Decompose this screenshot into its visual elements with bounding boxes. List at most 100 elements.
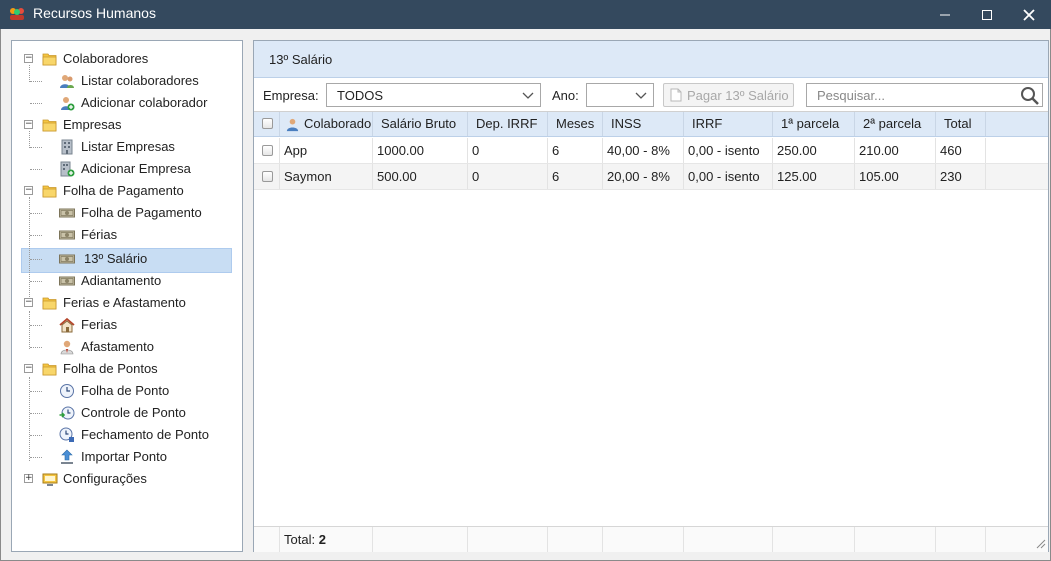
folder-icon: [42, 118, 57, 132]
table-row[interactable]: Saymon 500.00 0 6 20,00 - 8% 0,00 - isento 125…: [254, 164, 1048, 190]
tree-item[interactable]: Listar colaboradores: [12, 71, 242, 91]
tree-item-label: Listar Empresas: [81, 139, 175, 154]
content-panel: 13º Salário Empresa: TODOS Ano: Pagar 13…: [253, 40, 1049, 552]
tree-item[interactable]: Fechamento de Ponto: [12, 425, 242, 445]
collapse-toggle-icon[interactable]: −: [24, 54, 33, 63]
collapse-toggle-icon[interactable]: −: [24, 298, 33, 307]
tree-item-label: Importar Ponto: [81, 449, 167, 464]
tree-group-label: Colaboradores: [63, 51, 149, 66]
row-checkbox[interactable]: [262, 171, 273, 182]
money-icon: [59, 251, 75, 267]
tree-item-label: Folha de Ponto: [81, 383, 170, 398]
tree-group-folha-de-pontos[interactable]: − Folha de Pontos: [12, 359, 242, 379]
data-table: Colaborador Salário Bruto Dep. IRRF Meses IN…: [254, 112, 1048, 526]
column-header[interactable]: Total: [936, 112, 986, 136]
tree-group-label: Folha de Pagamento: [63, 183, 184, 198]
users-icon: [59, 73, 75, 89]
tree-group-configuracoes[interactable]: + Configurações: [12, 469, 242, 489]
chevron-down-icon: [522, 92, 534, 99]
tree-item[interactable]: Importar Ponto: [12, 447, 242, 467]
column-header[interactable]: 1ª parcela: [773, 112, 855, 136]
tree-item-label: Ferias: [81, 317, 118, 332]
column-header[interactable]: Colaborador: [280, 112, 373, 136]
upload-icon: [59, 449, 75, 465]
table-cell: 20,00 - 8%: [603, 164, 684, 189]
tree-item-label: Folha de Pagamento: [81, 205, 202, 220]
table-cell: 105.00: [855, 164, 936, 189]
collapse-toggle-icon[interactable]: −: [24, 120, 33, 129]
collapse-toggle-icon[interactable]: −: [24, 364, 33, 373]
column-header[interactable]: IRRF: [684, 112, 773, 136]
column-header[interactable]: Salário Bruto: [373, 112, 468, 136]
tree-group-folha-de-pagamento[interactable]: − Folha de Pagamento: [12, 181, 242, 201]
search-input[interactable]: [817, 87, 1017, 103]
table-row[interactable]: App 1000.00 0 6 40,00 - 8% 0,00 - isento 250.0…: [254, 138, 1048, 164]
expand-toggle-icon[interactable]: +: [24, 474, 33, 483]
close-icon: [1023, 9, 1035, 21]
tree-item[interactable]: Adiantamento: [12, 271, 242, 291]
collapse-toggle-icon[interactable]: −: [24, 186, 33, 195]
add-user-icon: [59, 95, 75, 111]
search-icon[interactable]: [1020, 86, 1040, 106]
document-icon: [670, 88, 682, 102]
footer-cell: [373, 527, 468, 552]
user-icon: [286, 118, 299, 132]
row-select-cell: [254, 164, 280, 189]
minimize-button[interactable]: [925, 0, 965, 29]
ano-label: Ano:: [552, 88, 579, 103]
column-header[interactable]: INSS: [603, 112, 684, 136]
tree-item[interactable]: Listar Empresas: [12, 137, 242, 157]
column-header[interactable]: 2ª parcela: [855, 112, 936, 136]
table-cell: Saymon: [280, 164, 373, 189]
tree-item[interactable]: Afastamento: [12, 337, 242, 357]
tree-item-label: Listar colaboradores: [81, 73, 199, 88]
ano-select[interactable]: [586, 83, 654, 107]
empresa-label: Empresa:: [263, 88, 319, 103]
table-cell: 500.00: [373, 164, 468, 189]
table-footer: Total: 2: [254, 526, 1048, 552]
chevron-down-icon: [635, 92, 647, 99]
resize-grip-icon[interactable]: [1036, 539, 1046, 549]
column-header[interactable]: Meses: [548, 112, 603, 136]
search-box: [806, 83, 1043, 107]
column-header-label: Colaborador: [304, 116, 373, 131]
row-checkbox[interactable]: [262, 145, 273, 156]
tree-group-empresas[interactable]: − Empresas: [12, 115, 242, 135]
footer-cell: [855, 527, 936, 552]
table-cell: 250.00: [773, 138, 855, 163]
column-header-label: 2ª parcela: [863, 116, 922, 131]
tree-group-ferias-e-afastamento[interactable]: − Ferias e Afastamento: [12, 293, 242, 313]
tree-item[interactable]: Adicionar Empresa: [12, 159, 242, 179]
column-header-label: Dep. IRRF: [476, 116, 538, 131]
table-cell: 40,00 - 8%: [603, 138, 684, 163]
tree-item[interactable]: Controle de Ponto: [12, 403, 242, 423]
maximize-button[interactable]: [967, 0, 1007, 29]
tree-group-colaboradores[interactable]: − Colaboradores: [12, 49, 242, 69]
table-header: Colaborador Salário Bruto Dep. IRRF Meses IN…: [254, 112, 1048, 137]
tree-group-label: Empresas: [63, 117, 122, 132]
column-header-label: 1ª parcela: [781, 116, 840, 131]
table-cell: 0: [468, 164, 548, 189]
pay-13th-salary-button[interactable]: Pagar 13º Salário: [663, 83, 794, 107]
footer-cell: [468, 527, 548, 552]
tree-group-label: Configurações: [63, 471, 147, 486]
tree-item[interactable]: Folha de Ponto: [12, 381, 242, 401]
table-cell: 0,00 - isento: [684, 164, 773, 189]
tree-item[interactable]: Adicionar colaborador: [12, 93, 242, 113]
window-frame: − Colaboradores Listar colaboradores Adi…: [0, 29, 1051, 561]
close-button[interactable]: [1009, 0, 1049, 29]
money-icon: [59, 273, 75, 289]
empresa-select[interactable]: TODOS: [326, 83, 541, 107]
tree-item[interactable]: 13º Salário: [12, 249, 242, 269]
tree-item[interactable]: Férias: [12, 225, 242, 245]
tree-item[interactable]: Ferias: [12, 315, 242, 335]
footer-cell: [603, 527, 684, 552]
tree-item-label: Afastamento: [81, 339, 154, 354]
column-header-label: IRRF: [692, 116, 723, 131]
money-icon: [59, 227, 75, 243]
select-all-checkbox[interactable]: [262, 118, 273, 129]
tree-item[interactable]: Folha de Pagamento: [12, 203, 242, 223]
column-header[interactable]: Dep. IRRF: [468, 112, 548, 136]
folder-icon: [42, 52, 57, 66]
table-cell: 0,00 - isento: [684, 138, 773, 163]
